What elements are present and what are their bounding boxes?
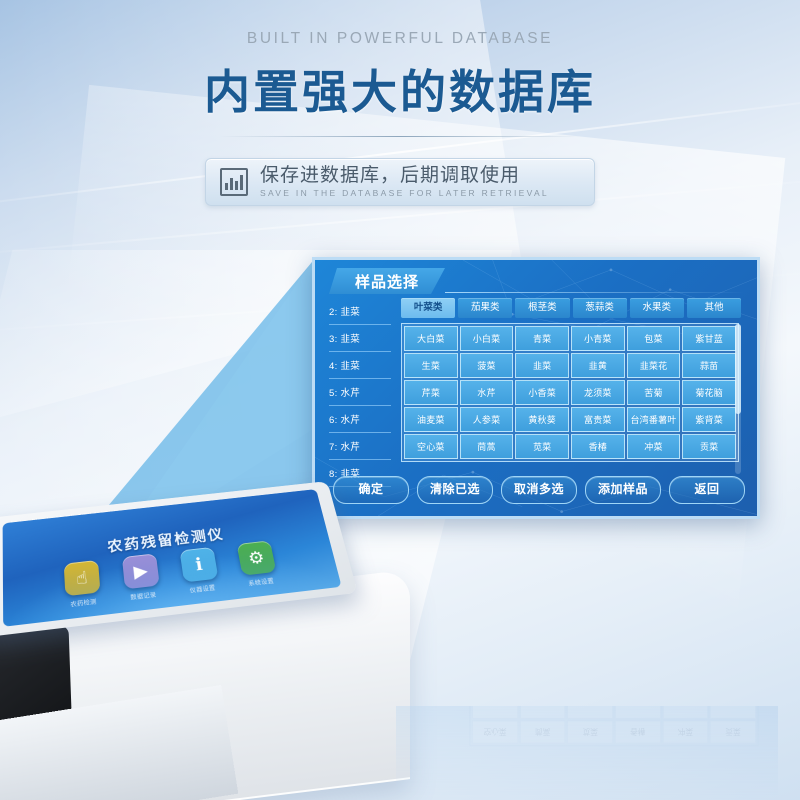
sample-cell-23[interactable]: 紫背菜 bbox=[682, 407, 736, 432]
sample-cell-19[interactable]: 人参菜 bbox=[459, 407, 514, 432]
reflection-cell-1-3 bbox=[614, 706, 661, 719]
bar-chart-icon bbox=[220, 168, 248, 196]
tab-2[interactable]: 根茎类 bbox=[515, 298, 570, 318]
grid-scrollbar[interactable] bbox=[735, 324, 741, 474]
reflection-cell-1-2 bbox=[567, 706, 614, 719]
device-app-icon-3[interactable]: ⚙ bbox=[236, 540, 277, 576]
sample-cell-8[interactable]: 韭菜 bbox=[515, 353, 569, 378]
sample-cell-25[interactable]: 茼蒿 bbox=[459, 434, 514, 459]
panel-header-rule bbox=[445, 292, 745, 293]
subtitle-banner: 保存进数据库，后期调取使用 SAVE IN THE DATABASE FOR L… bbox=[205, 158, 595, 206]
sample-cell-27[interactable]: 香椿 bbox=[571, 434, 625, 459]
sample-cell-29[interactable]: 贡菜 bbox=[682, 434, 736, 459]
panel-reflection-inner: 空心菜茼蒿苋菜香椿冲菜贡菜 确定清除已选取消多选添加样品返回 bbox=[396, 706, 778, 800]
sample-cell-9[interactable]: 韭黄 bbox=[571, 353, 625, 378]
sample-cell-4[interactable]: 包菜 bbox=[626, 326, 681, 351]
sample-cell-11[interactable]: 蒜苗 bbox=[682, 353, 736, 378]
sample-cell-6[interactable]: 生菜 bbox=[404, 353, 458, 378]
subtitle-text-group: 保存进数据库，后期调取使用 SAVE IN THE DATABASE FOR L… bbox=[260, 166, 549, 198]
reflection-cell-0-5: 贡菜 bbox=[710, 720, 756, 744]
sample-cell-15[interactable]: 龙须菜 bbox=[571, 380, 625, 405]
sample-cell-20[interactable]: 黄秋葵 bbox=[515, 407, 569, 432]
sidebar-item-4[interactable]: 6: 水芹 bbox=[329, 406, 391, 433]
subtitle-english: SAVE IN THE DATABASE FOR LATER RETRIEVAL bbox=[260, 188, 549, 198]
subtitle-chinese: 保存进数据库，后期调取使用 bbox=[260, 165, 521, 187]
action-button-3[interactable]: 添加样品 bbox=[585, 476, 661, 504]
sidebar-item-1[interactable]: 3: 韭菜 bbox=[329, 325, 391, 352]
sample-cell-22[interactable]: 台湾番薯叶 bbox=[626, 407, 681, 432]
sample-cell-10[interactable]: 韭菜花 bbox=[626, 353, 681, 378]
device-app-3[interactable]: ⚙ 系统设置 bbox=[233, 540, 284, 589]
sample-cell-24[interactable]: 空心菜 bbox=[404, 434, 458, 459]
action-button-1[interactable]: 清除已选 bbox=[417, 476, 493, 504]
tab-3[interactable]: 葱蒜类 bbox=[572, 298, 627, 318]
header-kicker: BUILT IN POWERFUL DATABASE bbox=[246, 30, 554, 47]
reflection-cell-0-1: 茼蒿 bbox=[519, 720, 566, 744]
sample-cell-5[interactable]: 紫甘蓝 bbox=[682, 326, 736, 351]
reflection-cell-0-0: 空心菜 bbox=[472, 720, 518, 744]
reflection-grid: 空心菜 茼蒿 苋菜 香椿 冲菜 贡菜 bbox=[469, 706, 759, 747]
panel-title: 样品选择 bbox=[354, 273, 419, 291]
category-tabs[interactable]: 叶菜类 茄果类 根茎类 葱蒜类 水果类 其他 bbox=[401, 298, 742, 318]
poster-canvas: BUILT IN POWERFUL DATABASE 内置强大的数据库 保存进数… bbox=[0, 0, 800, 800]
sample-cell-26[interactable]: 苋菜 bbox=[515, 434, 569, 459]
device-app-icon-2[interactable]: ℹ bbox=[179, 546, 219, 583]
sample-cell-7[interactable]: 菠菜 bbox=[459, 353, 514, 378]
device-app-2[interactable]: ℹ 仪器设置 bbox=[176, 546, 225, 595]
reflection-cell-1-0 bbox=[472, 706, 518, 719]
sidebar-item-0[interactable]: 2: 韭菜 bbox=[329, 298, 391, 325]
sample-cell-16[interactable]: 苦菊 bbox=[626, 380, 681, 405]
reflection-cell-1-1 bbox=[519, 706, 566, 719]
page-header: BUILT IN POWERFUL DATABASE 内置强大的数据库 bbox=[0, 30, 800, 137]
sample-cell-18[interactable]: 油麦菜 bbox=[404, 407, 458, 432]
sample-cell-13[interactable]: 水芹 bbox=[459, 380, 514, 405]
reflection-cell-0-3: 香椿 bbox=[614, 720, 661, 744]
sample-cell-12[interactable]: 芹菜 bbox=[404, 380, 458, 405]
sidebar-item-2[interactable]: 4: 韭菜 bbox=[329, 352, 391, 379]
sample-cell-0[interactable]: 大白菜 bbox=[404, 326, 458, 351]
header-divider bbox=[220, 136, 580, 137]
device-app-icon-0[interactable]: ☝ bbox=[63, 559, 101, 597]
action-button-4[interactable]: 返回 bbox=[669, 476, 745, 504]
reflection-cell-0-2: 苋菜 bbox=[567, 720, 614, 744]
sample-cell-1[interactable]: 小白菜 bbox=[459, 326, 514, 351]
sample-cell-3[interactable]: 小青菜 bbox=[571, 326, 625, 351]
panel-reflection: 空心菜茼蒿苋菜香椿冲菜贡菜 确定清除已选取消多选添加样品返回 bbox=[396, 706, 778, 800]
reflection-cell-0-4: 冲菜 bbox=[662, 720, 709, 744]
sample-cell-28[interactable]: 冲菜 bbox=[626, 434, 681, 459]
sample-cell-21[interactable]: 富贵菜 bbox=[571, 407, 625, 432]
tab-5[interactable]: 其他 bbox=[686, 298, 742, 318]
sample-cell-2[interactable]: 青菜 bbox=[515, 326, 569, 351]
device-app-1[interactable]: ▶ 数据记录 bbox=[118, 553, 166, 603]
sample-list-sidebar[interactable]: 2: 韭菜 3: 韭菜 4: 韭菜 5: 水芹 6: 水芹 7: 水芹 8: 韭菜 bbox=[329, 298, 391, 487]
page-title: 内置强大的数据库 bbox=[204, 66, 596, 118]
sample-cell-17[interactable]: 菊花脑 bbox=[682, 380, 736, 405]
panel-title-tab: 样品选择 bbox=[329, 268, 445, 294]
reflection-cell-1-5 bbox=[710, 706, 756, 719]
sidebar-item-3[interactable]: 5: 水芹 bbox=[329, 379, 391, 406]
tab-4[interactable]: 水果类 bbox=[629, 298, 684, 318]
tab-0[interactable]: 叶菜类 bbox=[401, 298, 456, 318]
device-app-icon-1[interactable]: ▶ bbox=[121, 553, 160, 590]
tab-1[interactable]: 茄果类 bbox=[458, 298, 513, 318]
sidebar-item-5[interactable]: 7: 水芹 bbox=[329, 433, 391, 460]
action-button-2[interactable]: 取消多选 bbox=[501, 476, 577, 504]
sample-cell-14[interactable]: 小香菜 bbox=[515, 380, 569, 405]
device-app-0[interactable]: ☝ 农药检测 bbox=[60, 559, 106, 609]
reflection-cell-1-4 bbox=[662, 706, 709, 719]
sample-grid[interactable]: 大白菜 小白菜 青菜 小青菜 包菜 紫甘蓝生菜 菠菜 韭菜 韭黄 韭菜花 蒜苗芹菜 水芹 小香菜 龙须菜苦… bbox=[401, 323, 739, 462]
